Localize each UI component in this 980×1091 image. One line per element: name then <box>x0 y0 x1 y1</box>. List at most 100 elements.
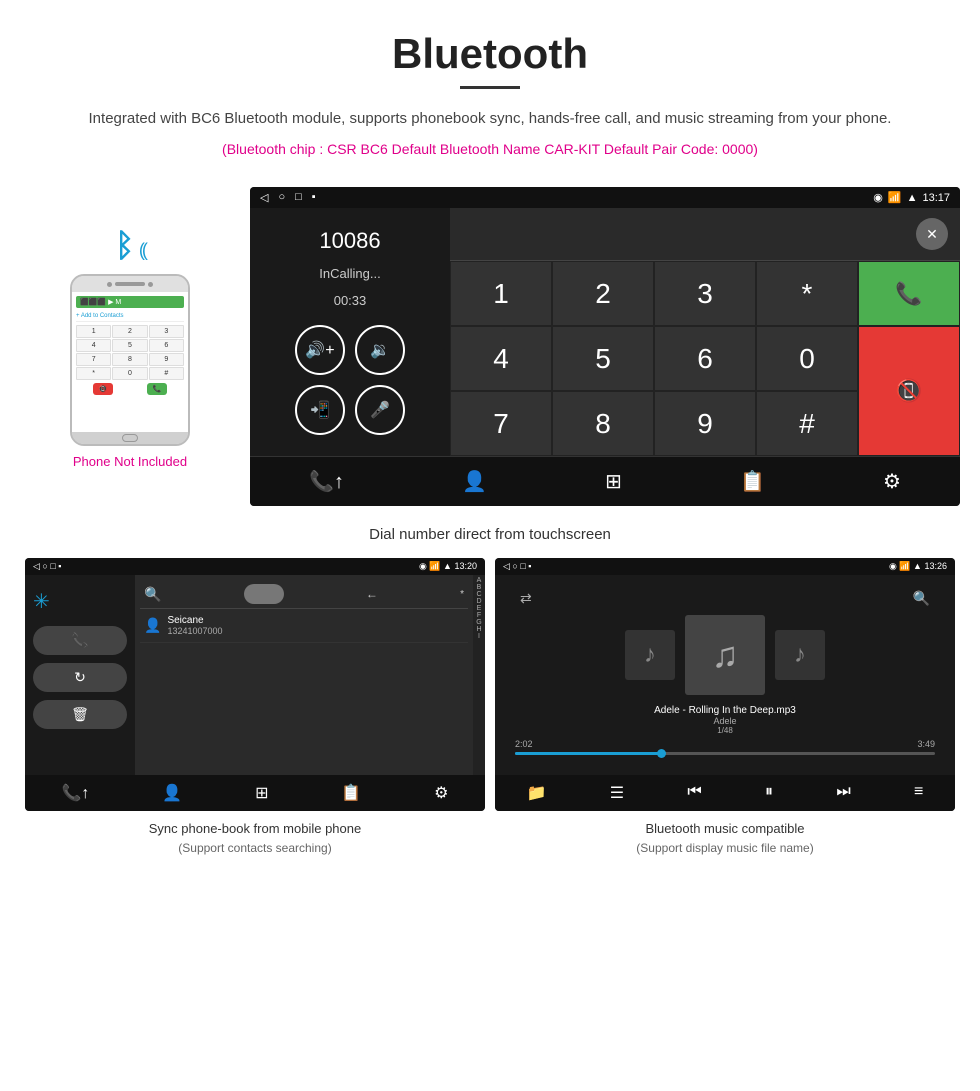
phone-key-5[interactable]: 5 <box>112 339 147 352</box>
title-underline <box>460 86 520 89</box>
nav-keypad-icon[interactable]: ⊞ <box>605 469 622 494</box>
music-track-info: Adele - Rolling In the Deep.mp3 Adele 1/… <box>654 705 796 735</box>
pb-search-bar[interactable] <box>244 584 284 604</box>
alpha-e[interactable]: E <box>473 605 485 612</box>
home-nav-icon[interactable]: ○ <box>278 191 285 204</box>
phonebook-screen: ◁ ○ □ ▪ ◉ 📶 ▲ 13:20 ✳ 📞 ↻ 🗑 🔍 ← <box>25 558 485 811</box>
music-track-name: Adele - Rolling In the Deep.mp3 <box>654 705 796 716</box>
phonebook-bottom-nav: 📞↑ 👤 ⊞ 📋 ⚙ <box>25 775 485 811</box>
phone-mockup: ⬛⬛⬛ ▶ M + Add to Contacts 1 2 3 4 5 6 7 … <box>70 274 190 446</box>
pb-avatar-icon: 👤 <box>144 617 161 634</box>
alpha-h[interactable]: H <box>473 626 485 633</box>
pb-nav-grid-icon[interactable]: ⊞ <box>255 783 268 803</box>
pb-star-label: * <box>460 589 464 600</box>
call-end-button[interactable]: 📵 <box>858 326 960 456</box>
wifi-waves-icon: (( <box>139 240 145 261</box>
phone-key-hash[interactable]: # <box>149 367 184 380</box>
nav-contacts-icon[interactable]: 👤 <box>462 469 487 494</box>
phone-home-button[interactable] <box>122 434 138 442</box>
music-nav-prev-icon[interactable]: ⏮ <box>687 783 701 803</box>
pb-nav-contacts-icon[interactable]: 👤 <box>162 783 182 803</box>
dial-key-0[interactable]: 0 <box>756 326 858 391</box>
pb-nav-transfer-icon[interactable]: 📋 <box>341 783 361 803</box>
phone-key-1[interactable]: 1 <box>76 325 111 338</box>
phone-key-4[interactable]: 4 <box>76 339 111 352</box>
dial-key-1[interactable]: 1 <box>450 261 552 326</box>
nav-settings-icon[interactable]: ⚙ <box>883 469 901 494</box>
dial-key-star[interactable]: * <box>756 261 858 326</box>
dial-key-7[interactable]: 7 <box>450 391 552 456</box>
music-note-right-icon: ♪ <box>794 641 806 669</box>
back-nav-icon[interactable]: ◁ <box>260 191 268 204</box>
phone-key-2[interactable]: 2 <box>112 325 147 338</box>
dial-key-8[interactable]: 8 <box>552 391 654 456</box>
dial-key-hash[interactable]: # <box>756 391 858 456</box>
pb-nav-settings-icon[interactable]: ⚙ <box>434 783 448 803</box>
volume-down-button[interactable]: 🔉 <box>355 325 405 375</box>
alpha-b[interactable]: B <box>473 584 485 591</box>
pb-search-icon[interactable]: 🔍 <box>144 586 161 603</box>
transfer-button[interactable]: 📲 <box>295 385 345 435</box>
music-caption-sub: (Support display music file name) <box>495 839 955 857</box>
backspace-button[interactable]: ✕ <box>916 218 948 250</box>
phone-call-button[interactable]: 📞 <box>147 383 168 395</box>
music-status-right: ◉ 📶 ▲ 13:26 <box>889 561 947 572</box>
page-wrapper: Bluetooth Integrated with BC6 Bluetooth … <box>0 0 980 857</box>
number-display: ✕ <box>450 208 960 261</box>
phone-screen: ⬛⬛⬛ ▶ M + Add to Contacts 1 2 3 4 5 6 7 … <box>72 292 188 432</box>
pb-refresh-button[interactable]: ↻ <box>33 663 127 692</box>
phone-key-0[interactable]: 0 <box>112 367 147 380</box>
music-nav-next-icon[interactable]: ⏭ <box>836 783 850 803</box>
phone-key-star[interactable]: * <box>76 367 111 380</box>
alpha-f[interactable]: F <box>473 612 485 619</box>
dial-key-2[interactable]: 2 <box>552 261 654 326</box>
phone-key-9[interactable]: 9 <box>149 353 184 366</box>
phone-key-6[interactable]: 6 <box>149 339 184 352</box>
alpha-c[interactable]: C <box>473 591 485 598</box>
status-left: ◁ ○ □ ▪ <box>260 191 316 204</box>
alpha-d[interactable]: D <box>473 598 485 605</box>
music-progress-dot <box>657 749 666 758</box>
music-shuffle-icon[interactable]: ⇄ <box>520 590 532 607</box>
pb-delete-button[interactable]: 🗑 <box>33 700 127 729</box>
phone-key-3[interactable]: 3 <box>149 325 184 338</box>
phone-camera-icon <box>107 282 112 287</box>
dial-key-6[interactable]: 6 <box>654 326 756 391</box>
pb-call-button[interactable]: 📞 <box>33 626 127 655</box>
dialer-left-panel: 10086 InCalling... 00:33 🔊+ 🔉 📲 🎤 <box>250 208 450 456</box>
pb-nav-calls-icon[interactable]: 📞↑ <box>61 783 89 803</box>
music-progress-bar[interactable] <box>515 752 935 755</box>
alpha-g[interactable]: G <box>473 619 485 626</box>
alpha-a[interactable]: A <box>473 577 485 584</box>
music-nav-pause-icon[interactable]: ⏸ <box>765 783 773 803</box>
mic-button[interactable]: 🎤 <box>355 385 405 435</box>
dial-key-9[interactable]: 9 <box>654 391 756 456</box>
music-status-bar: ◁ ○ □ ▪ ◉ 📶 ▲ 13:26 <box>495 558 955 575</box>
dial-key-3[interactable]: 3 <box>654 261 756 326</box>
music-nav-eq-icon[interactable]: ≡ <box>914 783 923 803</box>
recent-nav-icon[interactable]: □ <box>295 191 302 204</box>
phone-end-call-button[interactable]: 📵 <box>93 383 114 395</box>
dial-key-4[interactable]: 4 <box>450 326 552 391</box>
music-nav-icons: ◁ ○ □ ▪ <box>503 561 532 572</box>
music-main: ⇄ 🔍 ♪ ♫ ♪ <box>495 575 955 775</box>
dial-key-5[interactable]: 5 <box>552 326 654 391</box>
volume-up-button[interactable]: 🔊+ <box>295 325 345 375</box>
call-answer-button[interactable]: 📞 <box>858 261 960 326</box>
music-nav-folder-icon[interactable]: 📁 <box>527 783 547 803</box>
pb-contact-row[interactable]: 👤 Seicane 13241007000 <box>140 609 468 643</box>
phone-side: ᛒ (( ⬛⬛⬛ ▶ M + Add to Contacts 1 2 3 4 <box>20 187 240 469</box>
music-search-icon[interactable]: 🔍 <box>913 590 930 607</box>
nav-transfer-icon[interactable]: 📋 <box>740 469 765 494</box>
phone-key-8[interactable]: 8 <box>112 353 147 366</box>
dialer-content: 10086 InCalling... 00:33 🔊+ 🔉 📲 🎤 ✕ <box>250 208 960 456</box>
music-content: ⇄ 🔍 ♪ ♫ ♪ <box>495 575 955 811</box>
phone-speaker-icon <box>115 282 145 286</box>
music-nav-list-icon[interactable]: ☰ <box>610 783 624 803</box>
nav-calls-icon[interactable]: 📞↑ <box>309 469 344 494</box>
alpha-i[interactable]: I <box>473 633 485 640</box>
phone-key-7[interactable]: 7 <box>76 353 111 366</box>
pb-back-icon[interactable]: ← <box>366 587 378 601</box>
bottom-panels: ◁ ○ □ ▪ ◉ 📶 ▲ 13:20 ✳ 📞 ↻ 🗑 🔍 ← <box>0 558 980 857</box>
page-description: Integrated with BC6 Bluetooth module, su… <box>60 107 920 131</box>
